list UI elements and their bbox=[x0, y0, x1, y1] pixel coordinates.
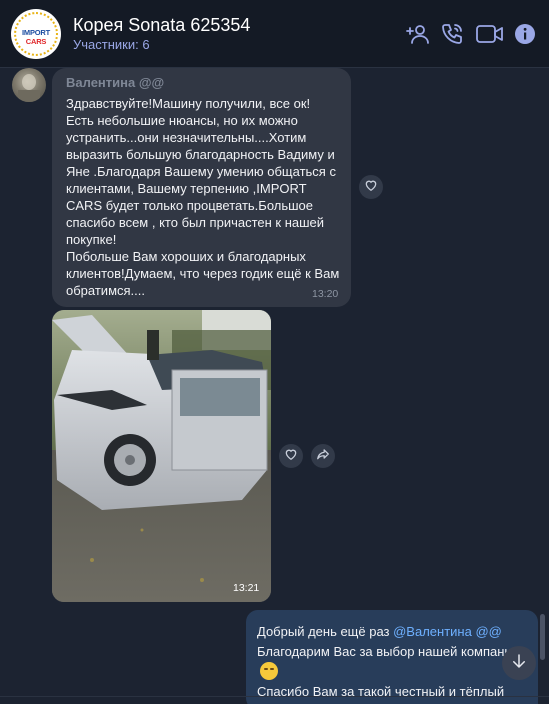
smile-emoji-icon bbox=[260, 662, 278, 680]
forward-button[interactable] bbox=[311, 444, 335, 468]
like-button[interactable] bbox=[359, 175, 383, 199]
mention-link[interactable]: @Валентина @@ bbox=[393, 624, 502, 639]
info-icon[interactable] bbox=[512, 20, 538, 48]
arrow-down-icon bbox=[510, 652, 528, 675]
car-photo-message[interactable]: 13:21 bbox=[52, 310, 271, 602]
outgoing-message-text: Добрый день ещё раз @Валентина @@ Благод… bbox=[257, 622, 527, 702]
sender-avatar[interactable] bbox=[12, 68, 46, 102]
sender-name[interactable]: Валентина @@ bbox=[66, 75, 164, 90]
outgoing-message-bubble[interactable]: Добрый день ещё раз @Валентина @@ Благод… bbox=[246, 610, 538, 704]
greeting-text: Добрый день ещё раз bbox=[257, 624, 394, 639]
scroll-down-button[interactable] bbox=[502, 646, 536, 680]
group-avatar[interactable]: IMPORT CARS bbox=[11, 9, 61, 59]
import-cars-logo: IMPORT CARS bbox=[22, 28, 50, 46]
message-time: 13:20 bbox=[312, 288, 339, 300]
message-text: Здравствуйте!Машину получили, все ок! Ес… bbox=[66, 96, 340, 298]
heart-icon bbox=[284, 447, 298, 466]
phone-icon[interactable] bbox=[438, 20, 466, 48]
chat-title[interactable]: Корея Sonata 625354 bbox=[73, 15, 250, 36]
heart-icon bbox=[364, 178, 378, 197]
forward-icon bbox=[316, 447, 330, 466]
video-icon[interactable] bbox=[474, 20, 506, 48]
chat-header: IMPORT CARS Корея Sonata 625354 Участник… bbox=[0, 0, 549, 68]
add-user-icon[interactable] bbox=[404, 20, 432, 48]
photo-time: 13:21 bbox=[233, 582, 260, 594]
message-list[interactable]: Валентина @@ Здравствуйте!Машину получил… bbox=[0, 68, 549, 704]
scrollbar-thumb[interactable] bbox=[540, 614, 545, 660]
divider bbox=[0, 696, 549, 697]
like-photo-button[interactable] bbox=[279, 444, 303, 468]
car-photo bbox=[52, 310, 271, 602]
participants-count[interactable]: Участники: 6 bbox=[73, 37, 150, 52]
thanks-text: Благодарим Вас за выбор нашей компании bbox=[257, 644, 519, 659]
incoming-message-bubble[interactable]: Валентина @@ Здравствуйте!Машину получил… bbox=[52, 68, 351, 307]
